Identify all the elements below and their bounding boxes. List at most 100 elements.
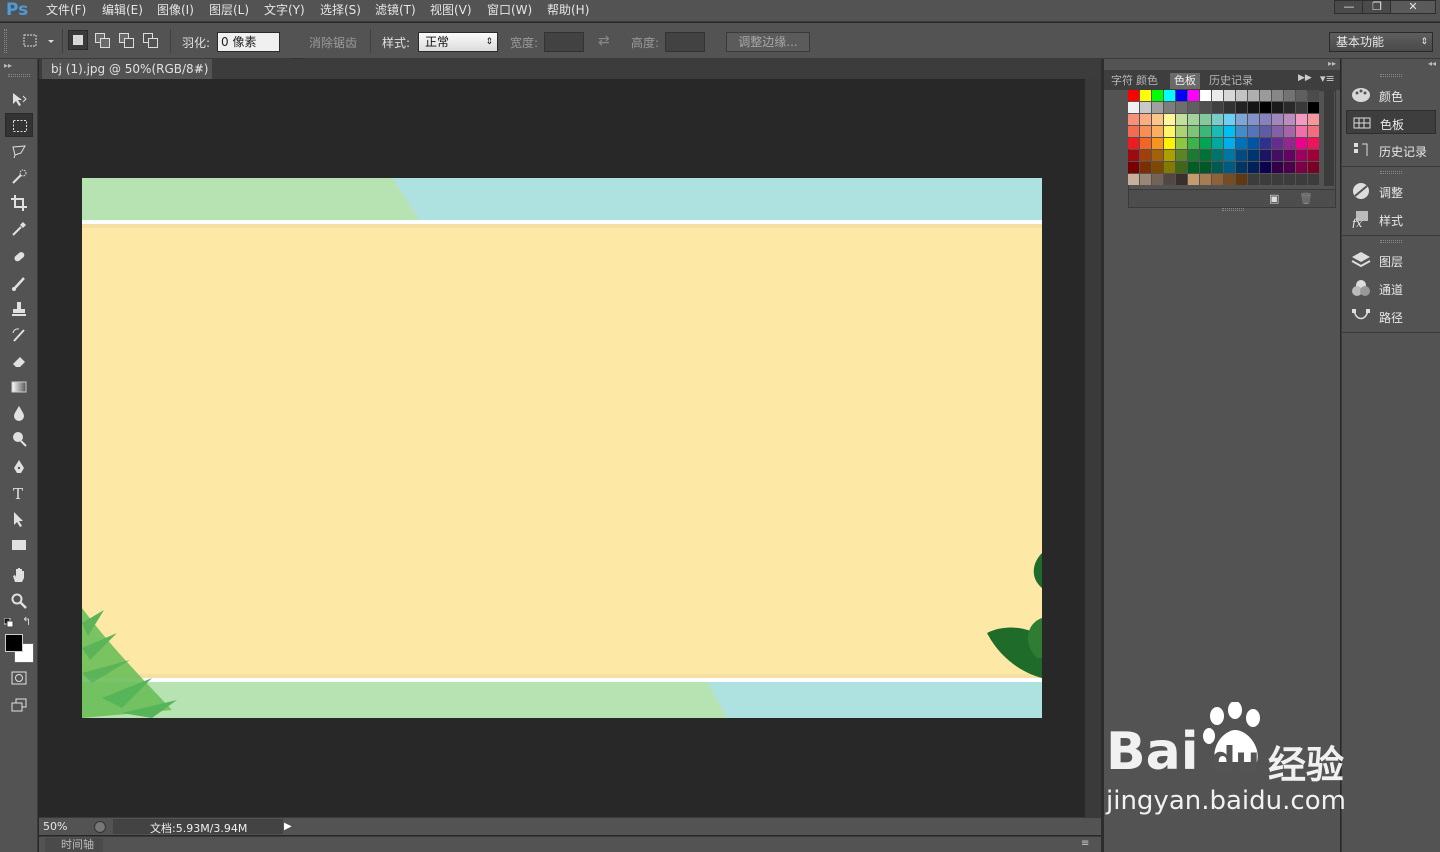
color-swatch[interactable]	[1188, 126, 1199, 137]
rect-marquee-tool[interactable]	[5, 113, 33, 137]
dock-color[interactable]: 颜色	[1346, 83, 1436, 107]
color-swatch[interactable]	[1296, 138, 1307, 149]
color-swatch[interactable]	[1128, 138, 1139, 149]
swap-icon[interactable]: ⇄	[598, 33, 610, 49]
hand-tool[interactable]	[5, 563, 33, 587]
color-swatch[interactable]	[1128, 150, 1139, 161]
dock-styles[interactable]: fx 样式	[1346, 207, 1436, 231]
color-swatch[interactable]	[1272, 174, 1283, 185]
color-swatch[interactable]	[1176, 114, 1187, 125]
document-canvas[interactable]	[82, 178, 1042, 718]
color-swatch[interactable]	[1284, 102, 1295, 113]
color-swatch[interactable]	[1128, 102, 1139, 113]
marquee-preset-picker[interactable]	[20, 31, 56, 51]
rectangle-tool[interactable]	[5, 533, 33, 557]
color-swatch[interactable]	[1248, 90, 1259, 101]
color-swatch[interactable]	[1140, 126, 1151, 137]
color-swatch[interactable]	[1308, 138, 1319, 149]
intersect-selection-icon[interactable]	[142, 32, 160, 50]
tab-color[interactable]: 颜色	[1132, 73, 1162, 89]
color-swatch[interactable]	[1140, 150, 1151, 161]
color-swatch[interactable]	[1152, 114, 1163, 125]
color-swatch[interactable]	[1284, 126, 1295, 137]
panel-expand-icon[interactable]: ▶▶	[1298, 73, 1312, 83]
color-swatch[interactable]	[1224, 90, 1235, 101]
brush-tool[interactable]	[5, 271, 33, 295]
gradient-tool[interactable]	[5, 375, 33, 399]
color-swatch[interactable]	[1236, 126, 1247, 137]
color-swatch[interactable]	[1236, 138, 1247, 149]
close-button[interactable]: ✕	[1390, 0, 1436, 14]
color-swatch[interactable]	[1140, 162, 1151, 173]
height-input[interactable]	[665, 32, 705, 52]
color-swatch[interactable]	[1200, 114, 1211, 125]
color-swatch[interactable]	[1284, 174, 1295, 185]
color-swatch[interactable]	[1236, 90, 1247, 101]
color-swatch[interactable]	[1236, 174, 1247, 185]
menu-window[interactable]: 窗口(W)	[487, 0, 532, 22]
vertical-scrollbar[interactable]	[1084, 79, 1101, 817]
width-input[interactable]	[544, 32, 584, 52]
menu-select[interactable]: 选择(S)	[320, 0, 361, 22]
workspace-select[interactable]: 基本功能 ⇕	[1329, 32, 1433, 52]
color-swatch[interactable]	[1200, 138, 1211, 149]
color-swatch[interactable]	[1224, 102, 1235, 113]
color-swatch[interactable]	[1128, 126, 1139, 137]
blur-tool[interactable]	[5, 401, 33, 425]
color-swatch[interactable]	[1212, 126, 1223, 137]
color-swatch[interactable]	[1284, 162, 1295, 173]
color-swatch[interactable]	[1260, 126, 1271, 137]
collapse-arrows-icon[interactable]: ▸▸	[4, 61, 12, 70]
color-swatch[interactable]	[1224, 138, 1235, 149]
color-swatch[interactable]	[1296, 126, 1307, 137]
color-swatch[interactable]	[1212, 162, 1223, 173]
menu-view[interactable]: 视图(V)	[430, 0, 472, 22]
color-swatch[interactable]	[1212, 102, 1223, 113]
dock-layers[interactable]: 图层	[1346, 248, 1436, 272]
color-swatch[interactable]	[1176, 90, 1187, 101]
color-swatch[interactable]	[1164, 150, 1175, 161]
panel-resize-grip[interactable]	[1222, 208, 1244, 211]
color-swatch[interactable]	[1260, 102, 1271, 113]
menu-file[interactable]: 文件(F)	[46, 0, 86, 22]
color-swatch[interactable]	[1212, 90, 1223, 101]
color-swatch[interactable]	[1248, 174, 1259, 185]
color-swatch[interactable]	[1308, 114, 1319, 125]
color-swatch[interactable]	[1164, 114, 1175, 125]
color-swatch[interactable]	[1188, 150, 1199, 161]
status-menu-arrow-icon[interactable]: ▶	[284, 819, 296, 834]
color-swatch[interactable]	[1128, 114, 1139, 125]
menu-image[interactable]: 图像(I)	[157, 0, 194, 22]
color-swatch[interactable]	[1200, 162, 1211, 173]
color-swatch[interactable]	[1248, 126, 1259, 137]
color-swatch[interactable]	[1260, 114, 1271, 125]
color-swatch[interactable]	[1272, 126, 1283, 137]
color-swatch[interactable]	[1236, 114, 1247, 125]
color-swatch[interactable]	[1260, 138, 1271, 149]
foreground-color-swatch[interactable]	[5, 634, 23, 652]
color-swatch[interactable]	[1248, 162, 1259, 173]
color-swatch[interactable]	[1284, 90, 1295, 101]
zoom-level[interactable]: 50%	[43, 820, 67, 833]
color-swatch[interactable]	[1236, 150, 1247, 161]
color-swatch[interactable]	[1140, 138, 1151, 149]
eyedropper-tool[interactable]	[5, 217, 33, 241]
color-swatch[interactable]	[1176, 102, 1187, 113]
screen-mode-button[interactable]	[5, 693, 33, 717]
new-selection-icon[interactable]	[68, 30, 88, 50]
quick-mask-button[interactable]	[5, 666, 33, 690]
color-swatch[interactable]	[1260, 90, 1271, 101]
color-swatch[interactable]	[1236, 162, 1247, 173]
color-swatch[interactable]	[1164, 102, 1175, 113]
color-swatch[interactable]	[1176, 162, 1187, 173]
color-swatch[interactable]	[1248, 102, 1259, 113]
status-info-icon[interactable]	[94, 821, 106, 833]
minimize-button[interactable]: —	[1334, 0, 1364, 14]
color-swatch[interactable]	[1152, 138, 1163, 149]
color-swatch[interactable]	[1272, 90, 1283, 101]
color-swatch[interactable]	[1200, 150, 1211, 161]
lasso-tool[interactable]	[5, 139, 33, 163]
dock-history[interactable]: 历史记录	[1346, 138, 1436, 162]
color-swatch[interactable]	[1224, 174, 1235, 185]
color-swatch[interactable]	[1272, 114, 1283, 125]
